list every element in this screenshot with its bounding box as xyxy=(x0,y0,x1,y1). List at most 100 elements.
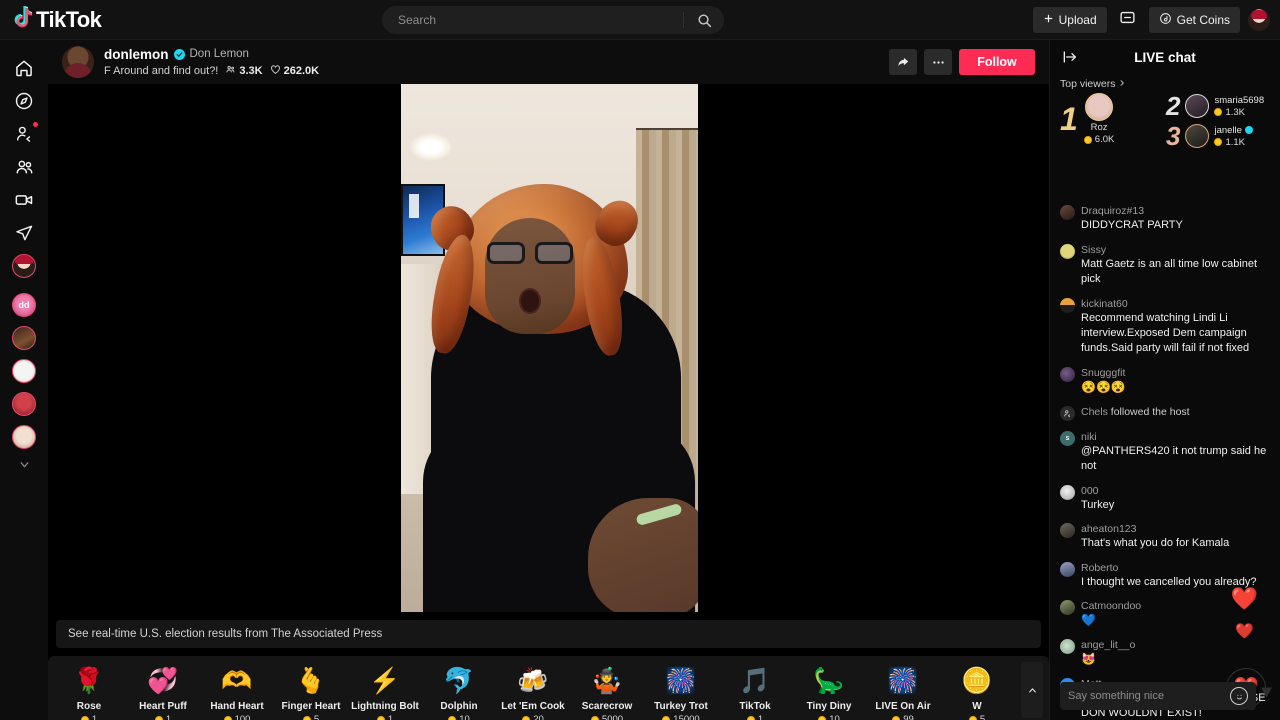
gift-item[interactable]: 🎆 LIVE On Air 99 xyxy=(866,662,940,720)
chat-message: Draquiroz#13 DIDDYCRAT PARTY xyxy=(1060,204,1271,234)
share-button[interactable] xyxy=(889,49,917,75)
live-avatar-4[interactable] xyxy=(4,388,44,420)
gift-name: LIVE On Air xyxy=(875,701,931,712)
gift-scroll-up-button[interactable] xyxy=(1021,662,1043,718)
gift-icon: 🐬 xyxy=(443,666,475,695)
gift-item[interactable]: ⚡ Lightning Bolt 1 xyxy=(348,662,422,720)
rank-coin-value: 1.3K xyxy=(1225,106,1246,118)
live-avatar-1[interactable]: dd xyxy=(4,289,44,321)
top-viewers-section: Top viewers 1 Roz 6.0K 2 smaria5698 1.3K… xyxy=(1050,74,1280,149)
verified-badge-icon xyxy=(1244,126,1253,134)
chat-text: DIDDYCRAT PARTY xyxy=(1081,219,1183,232)
avatar xyxy=(1060,561,1075,577)
gift-icon: 💞 xyxy=(147,666,179,695)
gift-item[interactable]: 🫰 Finger Heart 5 xyxy=(274,662,348,720)
gift-price-value: 99 xyxy=(903,714,914,720)
gift-item[interactable]: 🤹 Scarecrow 5000 xyxy=(570,662,644,720)
gift-price-value: 5 xyxy=(313,714,320,720)
chat-username[interactable]: Sissy xyxy=(1081,243,1271,257)
chat-message: s niki @PANTHERS420 it not trump said he… xyxy=(1060,430,1271,475)
emoji-icon[interactable] xyxy=(1230,687,1248,705)
chat-username[interactable]: aheaton123 xyxy=(1081,522,1271,536)
gift-item[interactable]: 🌹 Rose 1 xyxy=(52,662,126,720)
sidebar-item-profile[interactable] xyxy=(4,250,44,282)
coin-icon xyxy=(968,715,977,720)
chat-username[interactable]: Catmoondoo xyxy=(1081,599,1271,613)
sidebar-item-explore[interactable] xyxy=(4,85,44,117)
chat-username[interactable]: ange_lit__o xyxy=(1081,638,1271,652)
gift-item[interactable]: 🎆 Turkey Trot 15000 xyxy=(644,662,718,720)
follow-button[interactable]: Follow xyxy=(959,49,1035,75)
avatar: dd xyxy=(12,293,36,317)
gift-item[interactable]: 🎵 TikTok 1 xyxy=(718,662,792,720)
follow-icon xyxy=(1060,405,1075,421)
live-chat-panel: LIVE chat Top viewers 1 Roz 6.0K 2 smari… xyxy=(1049,40,1280,720)
sidebar-expand-button[interactable] xyxy=(4,454,44,474)
gift-item[interactable]: 🍻 Let 'Em Cook 20 xyxy=(496,662,570,720)
profile-avatar[interactable] xyxy=(1248,9,1270,31)
avatar xyxy=(1185,124,1210,148)
host-avatar[interactable] xyxy=(62,46,94,78)
chat-title: LIVE chat xyxy=(1134,49,1196,65)
more-options-button[interactable] xyxy=(924,49,952,75)
get-coins-label: Get Coins xyxy=(1176,13,1230,27)
chat-message: Sissy Matt Gaetz is an all time low cabi… xyxy=(1060,243,1271,288)
chat-input[interactable] xyxy=(1068,690,1230,702)
gift-item[interactable]: 🪙 W 5 xyxy=(940,662,1014,720)
gift-price: 1 xyxy=(154,714,171,720)
gift-item[interactable]: 🫶 Hand Heart 100 xyxy=(200,662,274,720)
paper-plane-icon xyxy=(1260,687,1273,698)
chat-username[interactable]: 000 xyxy=(1081,484,1271,498)
gift-item[interactable]: 🐬 Dolphin 10 xyxy=(422,662,496,720)
gift-item[interactable]: 🦕 Tiny Diny 10 xyxy=(792,662,866,720)
chat-username[interactable]: Draquiroz#13 xyxy=(1081,204,1271,218)
chat-message: 000 Turkey xyxy=(1060,484,1271,514)
rank-3-entry[interactable]: 3 janelle 1.1K xyxy=(1166,123,1270,149)
sidebar-item-home[interactable] xyxy=(4,52,44,84)
avatar xyxy=(12,326,36,350)
live-video-player[interactable] xyxy=(401,84,698,612)
gift-name: TikTok xyxy=(739,701,771,712)
rank-username: Roz xyxy=(1090,122,1108,133)
sidebar-item-messages[interactable] xyxy=(4,217,44,249)
search-icon[interactable] xyxy=(684,6,724,34)
chat-username[interactable]: niki xyxy=(1081,430,1271,444)
election-notice-banner[interactable]: See real-time U.S. election results from… xyxy=(56,620,1041,648)
send-icon xyxy=(1259,685,1274,704)
gift-price: 10 xyxy=(448,714,470,720)
top-viewers-button[interactable]: Top viewers xyxy=(1060,78,1270,90)
rank-username: janelle xyxy=(1214,124,1242,136)
collapse-panel-icon[interactable] xyxy=(1060,47,1080,67)
search-input[interactable] xyxy=(382,13,683,27)
live-avatar-3[interactable] xyxy=(4,355,44,387)
chat-username[interactable]: Roberto xyxy=(1081,561,1271,575)
chat-username[interactable]: Chels xyxy=(1081,406,1108,418)
tiktok-logo[interactable]: TikTok xyxy=(12,5,172,34)
live-video-stage[interactable] xyxy=(48,84,1049,612)
chat-username[interactable]: Snugggfit xyxy=(1081,366,1271,380)
live-avatar-5[interactable] xyxy=(4,421,44,453)
gift-price-value: 100 xyxy=(234,714,251,720)
sidebar-item-friends[interactable] xyxy=(4,151,44,183)
search-bar[interactable] xyxy=(382,6,724,34)
compass-icon xyxy=(15,92,33,110)
messages-button[interactable] xyxy=(1115,7,1141,33)
get-coins-button[interactable]: Get Coins xyxy=(1148,7,1240,33)
upload-button[interactable]: Upload xyxy=(1032,7,1107,33)
gift-icon: 🫶 xyxy=(221,666,253,695)
coin-icon xyxy=(448,715,457,720)
rank-1-entry[interactable]: 1 Roz 6.0K xyxy=(1060,93,1162,145)
chat-message-list[interactable]: Draquiroz#13 DIDDYCRAT PARTY Sissy Matt … xyxy=(1050,200,1280,718)
sidebar-item-following[interactable] xyxy=(4,118,44,150)
chat-username[interactable]: kickinat60 xyxy=(1081,297,1271,311)
host-username[interactable]: donlemon xyxy=(104,47,169,62)
gift-price: 5 xyxy=(302,714,320,720)
sidebar-item-live[interactable] xyxy=(4,184,44,216)
rank-2-entry[interactable]: 2 smaria5698 1.3K xyxy=(1166,93,1270,119)
chat-header: LIVE chat xyxy=(1050,40,1280,74)
chat-input-bar[interactable] xyxy=(1060,682,1256,710)
gift-item[interactable]: 💞 Heart Puff 1 xyxy=(126,662,200,720)
live-avatar-2[interactable] xyxy=(4,322,44,354)
chat-text: Recommend watching Lindi Li interview.Ex… xyxy=(1081,311,1250,355)
gift-price: 1 xyxy=(376,714,393,720)
